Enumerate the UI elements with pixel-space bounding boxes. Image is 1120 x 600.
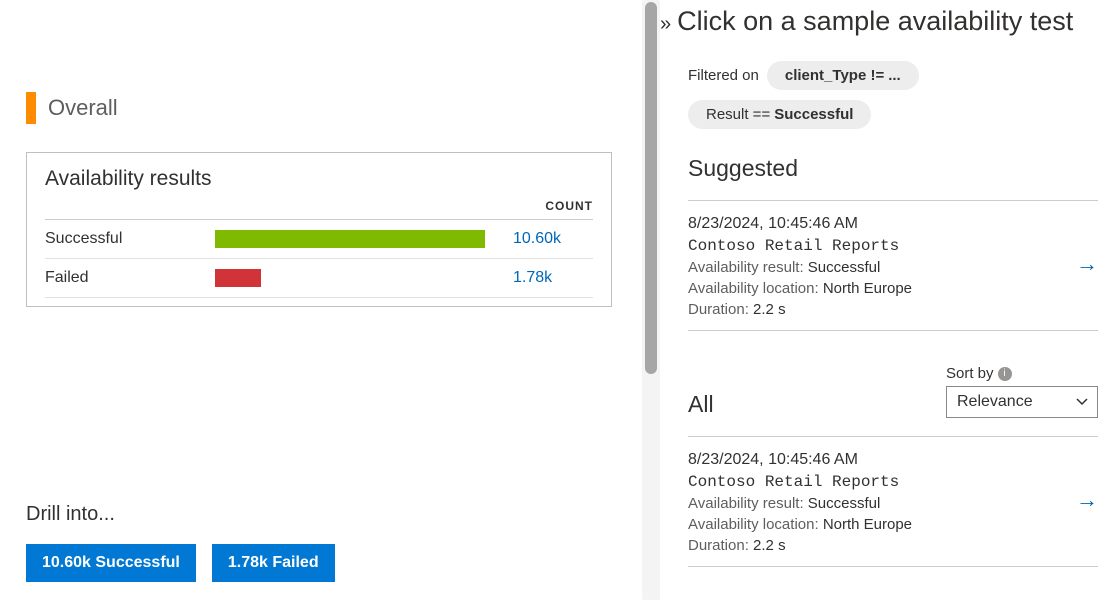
sample-item[interactable]: 8/23/2024, 10:45:46 AM Contoso Retail Re… <box>688 200 1098 331</box>
filter-pill-text: ... <box>888 67 901 84</box>
result-row-failed[interactable]: Failed 1.78k <box>45 259 593 298</box>
drill-into-section: Drill into... 10.60k Successful 1.78k Fa… <box>26 503 335 582</box>
chevron-down-icon <box>1075 395 1089 414</box>
overview-panel: ▲ Overall Availability results COUNT Suc… <box>0 0 660 600</box>
kv-label: Duration: <box>688 301 749 318</box>
overall-header: Overall <box>26 92 650 124</box>
result-row-successful[interactable]: Successful 10.60k <box>45 220 593 259</box>
kv-label: Availability location: <box>688 280 819 297</box>
sample-timestamp: 8/23/2024, 10:45:46 AM <box>688 451 1098 469</box>
sort-by-label: Sort by i <box>946 365 1012 382</box>
sample-test-name: Contoso Retail Reports <box>688 473 1098 491</box>
overall-label: Overall <box>48 95 118 121</box>
kv-value: North Europe <box>823 280 912 297</box>
kv-label: Availability result: <box>688 495 804 512</box>
arrow-right-icon[interactable]: → <box>1076 487 1098 513</box>
kv-value: North Europe <box>823 516 912 533</box>
sort-by-select[interactable]: Relevance <box>946 386 1098 418</box>
row-count[interactable]: 10.60k <box>497 230 593 248</box>
filtered-on-label: Filtered on <box>688 67 759 84</box>
kv-value: Successful <box>808 259 881 276</box>
info-icon[interactable]: i <box>998 367 1012 381</box>
kv-label: Availability result: <box>688 259 804 276</box>
drill-failed-button[interactable]: 1.78k Failed <box>212 544 335 582</box>
drill-successful-button[interactable]: 10.60k Successful <box>26 544 196 582</box>
arrow-right-icon[interactable]: → <box>1076 251 1098 277</box>
row-count[interactable]: 1.78k <box>497 269 593 287</box>
drill-title: Drill into... <box>26 503 335 526</box>
availability-results-card: Availability results COUNT Successful 10… <box>26 152 612 307</box>
all-heading: All <box>688 391 714 418</box>
bar-successful <box>215 230 485 248</box>
filter-pill-text: Successful <box>774 106 853 123</box>
accent-bar <box>26 92 36 124</box>
count-column-header: COUNT <box>45 195 593 220</box>
sample-timestamp: 8/23/2024, 10:45:46 AM <box>688 215 1098 233</box>
sort-by-value: Relevance <box>957 393 1033 410</box>
bar-failed <box>215 269 261 287</box>
right-panel-title: Click on a sample availability test <box>677 6 1073 37</box>
samples-panel: » Click on a sample availability test Fi… <box>660 0 1120 600</box>
kv-value: Successful <box>808 495 881 512</box>
all-section-header: All Sort by i Relevance <box>688 365 1098 418</box>
filter-row: Result == Successful <box>688 100 1098 129</box>
kv-value: 2.2 s <box>753 537 786 554</box>
sample-item[interactable]: 8/23/2024, 10:45:46 AM Contoso Retail Re… <box>688 436 1098 567</box>
row-label: Successful <box>45 230 215 248</box>
filter-row: Filtered on client_Type != ... <box>688 61 1098 90</box>
filter-pill-text: Result == <box>706 106 770 123</box>
suggested-heading: Suggested <box>688 155 1098 182</box>
filter-pill-result[interactable]: Result == Successful <box>688 100 871 129</box>
scrollbar-track[interactable]: ▲ <box>642 0 660 600</box>
kv-label: Duration: <box>688 537 749 554</box>
scrollbar-thumb[interactable] <box>645 2 657 374</box>
kv-label: Availability location: <box>688 516 819 533</box>
expand-chevrons-icon[interactable]: » <box>660 13 671 36</box>
sample-test-name: Contoso Retail Reports <box>688 237 1098 255</box>
kv-value: 2.2 s <box>753 301 786 318</box>
row-label: Failed <box>45 269 215 287</box>
filter-pill-text: client_Type != <box>785 67 884 84</box>
filter-pill-client-type[interactable]: client_Type != ... <box>767 61 919 90</box>
card-title: Availability results <box>45 167 593 191</box>
